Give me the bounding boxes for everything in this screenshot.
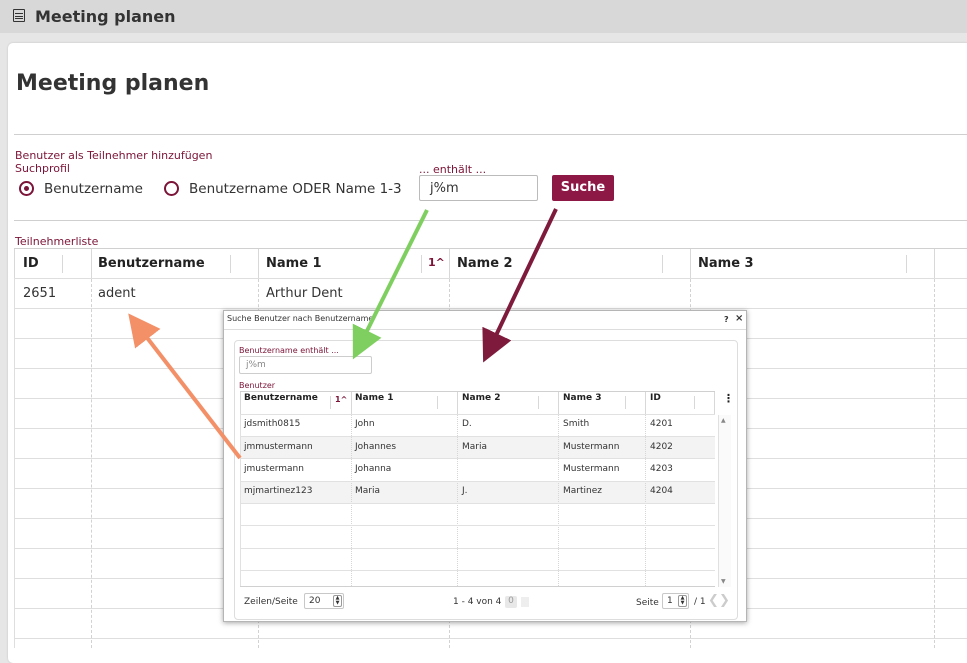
green-arrow bbox=[352, 209, 429, 360]
orange-arrow bbox=[128, 313, 242, 460]
annotation-arrows bbox=[128, 208, 558, 460]
red-arrow bbox=[482, 208, 558, 363]
